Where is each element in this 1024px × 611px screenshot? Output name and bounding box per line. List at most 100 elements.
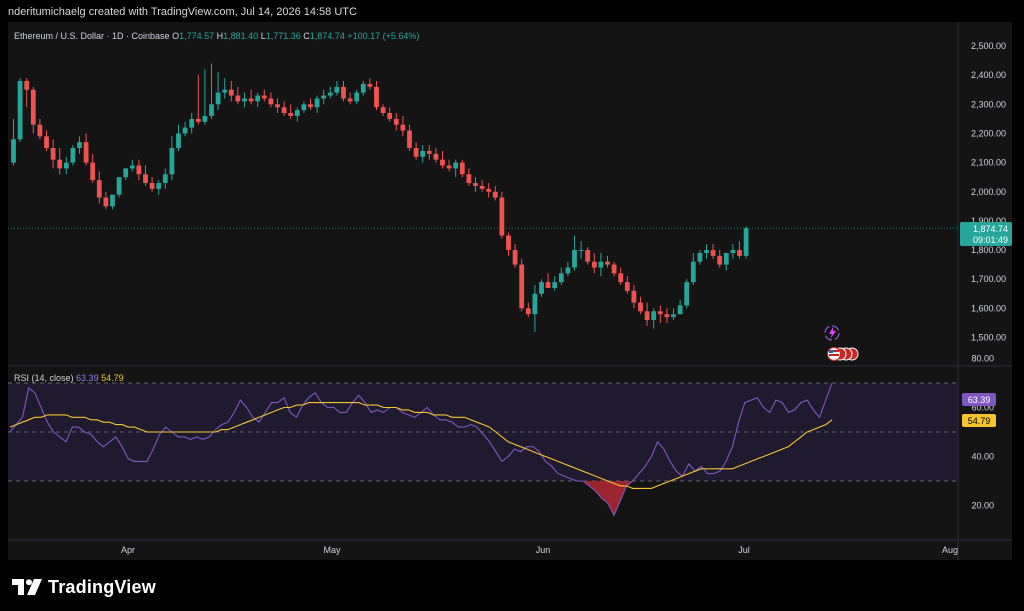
candle bbox=[677, 299, 683, 315]
candle-body bbox=[129, 165, 135, 169]
candle bbox=[664, 308, 670, 323]
candle bbox=[743, 226, 749, 259]
rsi-legend: RSI (14, close) 63.39 54.79 bbox=[14, 373, 124, 383]
candle-body bbox=[83, 142, 89, 163]
tradingview-logo[interactable]: TradingView bbox=[12, 575, 156, 599]
candle-body bbox=[453, 162, 459, 169]
candle bbox=[710, 244, 716, 259]
candle bbox=[242, 92, 247, 108]
candle-body bbox=[618, 273, 624, 283]
candle bbox=[103, 191, 109, 210]
candle bbox=[380, 104, 386, 116]
candle bbox=[400, 115, 406, 137]
candle-body bbox=[314, 98, 320, 108]
candle bbox=[539, 279, 544, 297]
candle bbox=[552, 276, 558, 291]
candle-body bbox=[116, 177, 122, 195]
candle bbox=[413, 142, 419, 160]
candle bbox=[611, 261, 617, 277]
candle bbox=[149, 177, 155, 192]
candle bbox=[169, 136, 175, 181]
candle-body bbox=[743, 228, 749, 256]
candle-body bbox=[321, 95, 327, 99]
candle bbox=[618, 267, 624, 286]
candle-body bbox=[70, 148, 76, 163]
candle-body bbox=[90, 162, 96, 181]
candle-body bbox=[572, 250, 577, 268]
candle-body bbox=[651, 311, 657, 321]
candle bbox=[24, 78, 30, 108]
rsi-legend-value: 63.39 bbox=[76, 373, 99, 383]
candle bbox=[308, 98, 313, 111]
symbol-label: Ethereum / U.S. Dollar · 1D · Coinbase bbox=[14, 31, 170, 41]
candle-body bbox=[387, 113, 393, 119]
candle bbox=[255, 92, 261, 108]
candle-body bbox=[11, 139, 16, 163]
candle bbox=[176, 124, 181, 151]
candle bbox=[90, 153, 96, 184]
candle-body bbox=[512, 250, 518, 265]
candle bbox=[657, 305, 663, 323]
time-tick-label: Aug bbox=[942, 545, 958, 555]
candle-body bbox=[420, 150, 426, 157]
candle bbox=[261, 89, 267, 102]
rsi-label: RSI (14, close) bbox=[14, 373, 74, 383]
candle bbox=[360, 80, 366, 96]
candle bbox=[281, 101, 287, 116]
candle-body bbox=[400, 124, 406, 131]
ma-legend-value: 54.79 bbox=[101, 373, 124, 383]
ma-value-badge-text: 54.79 bbox=[968, 416, 991, 426]
candle-body bbox=[169, 148, 175, 175]
candle-body bbox=[710, 250, 716, 256]
candle bbox=[631, 285, 637, 309]
candle-body bbox=[288, 113, 294, 116]
candle bbox=[341, 80, 346, 102]
candle-body bbox=[730, 250, 736, 253]
candle bbox=[116, 177, 122, 198]
candle-body bbox=[103, 197, 109, 207]
candle-body bbox=[360, 83, 366, 93]
us-flag-canton bbox=[829, 350, 833, 353]
candle bbox=[690, 252, 696, 286]
candle-body bbox=[624, 282, 630, 291]
us-flag-stripe bbox=[829, 354, 839, 356]
candle bbox=[545, 273, 551, 288]
candle bbox=[506, 232, 511, 256]
candle-body bbox=[459, 162, 465, 175]
candle-body bbox=[585, 250, 591, 262]
candle bbox=[162, 168, 168, 189]
candle-body bbox=[268, 98, 274, 105]
candle-body bbox=[677, 305, 683, 315]
last-price-badge-price: 1,874.74 bbox=[973, 224, 1008, 234]
candle-body bbox=[631, 290, 637, 303]
candle-body bbox=[63, 162, 69, 169]
candle-body bbox=[717, 255, 723, 265]
candle bbox=[499, 191, 505, 239]
lightning-event-icon[interactable] bbox=[824, 325, 840, 341]
economic-events-icon[interactable] bbox=[826, 346, 859, 362]
chart-canvas[interactable]: 2,500.00 2,400.00 2,300.00 2,200.00 2,100.00… bbox=[0, 0, 1024, 611]
candle bbox=[248, 89, 254, 105]
candle-body bbox=[37, 124, 43, 137]
candle-body bbox=[189, 118, 195, 128]
candle bbox=[374, 80, 379, 111]
candle bbox=[638, 296, 643, 315]
candle bbox=[182, 121, 188, 137]
rsi-pane bbox=[8, 382, 958, 517]
candle bbox=[275, 98, 280, 114]
candle bbox=[57, 148, 63, 175]
candle-body bbox=[565, 267, 571, 274]
candle bbox=[96, 171, 102, 204]
candlestick-series bbox=[11, 63, 749, 332]
candle bbox=[294, 107, 300, 122]
candle bbox=[598, 252, 604, 277]
high-value: 1,881.40 bbox=[223, 31, 259, 41]
candle bbox=[704, 244, 709, 259]
price-tick-label: 2,000.00 bbox=[971, 187, 1006, 197]
candle-body bbox=[684, 282, 690, 306]
candle bbox=[420, 145, 426, 163]
candle bbox=[347, 92, 353, 105]
candle-body bbox=[426, 150, 432, 154]
price-tick-label: 2,400.00 bbox=[971, 70, 1006, 80]
candle bbox=[367, 78, 373, 90]
